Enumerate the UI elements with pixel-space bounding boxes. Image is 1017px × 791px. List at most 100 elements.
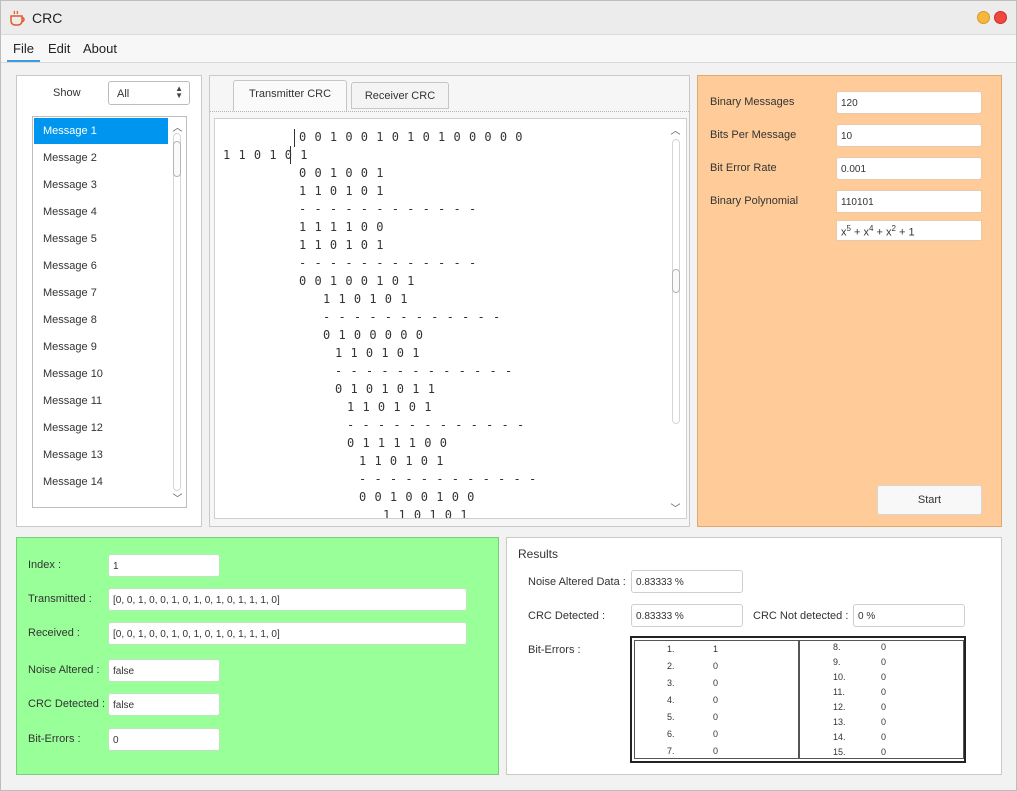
transmitted-field[interactable]: [0, 0, 1, 0, 0, 1, 0, 1, 0, 1, 0, 1, 1, … [108,588,467,611]
list-item[interactable]: Message 7 [34,280,168,306]
crc-not-detected-field[interactable]: 0 % [853,604,965,627]
results-panel: Results Noise Altered Data : 0.83333 % C… [506,537,1002,775]
bit-error-index: 5. [667,712,675,722]
division-line: 0 0 1 0 0 1 0 1 [299,274,415,288]
dividend-bar [294,129,295,147]
binary-messages-input[interactable]: 120 [836,91,982,114]
title-bar: CRC [1,1,1016,35]
menu-file-underline [7,60,40,62]
bit-error-rate-label: Bit Error Rate [710,162,777,174]
bit-error-count: 0 [713,712,719,722]
bits-per-message-label: Bits Per Message [710,129,797,141]
bit-error-index: 1. [667,644,675,654]
division-line: 1 1 0 1 0 1 [299,238,384,252]
noise-altered-label: Noise Altered : [28,664,100,676]
list-item[interactable]: Message 9 [34,334,168,360]
crc-detected-field[interactable]: false [108,693,220,716]
index-field[interactable]: 1 [108,554,220,577]
bit-errors-field[interactable]: 0 [108,728,220,751]
tab-receiver-crc[interactable]: Receiver CRC [351,82,449,109]
division-line: - - - - - - - - - - - - [359,472,537,486]
noise-altered-field[interactable]: false [108,659,220,682]
select-arrows-icon: ▲ ▼ [175,84,183,100]
list-item[interactable]: Message 2 [34,145,168,171]
list-item[interactable]: Message 14 [34,469,168,495]
bit-error-index: 14. [833,732,846,742]
list-item[interactable]: Message 11 [34,388,168,414]
show-select[interactable]: All ▲ ▼ [108,81,190,105]
bit-error-index: 15. [833,747,846,757]
division-line: - - - - - - - - - - - - [299,256,477,270]
tab-transmitter-crc[interactable]: Transmitter CRC [233,80,347,111]
division-line: 0 0 1 0 0 1 0 0 [359,490,475,504]
list-item[interactable]: Message 4 [34,199,168,225]
menu-about[interactable]: About [83,41,117,56]
division-line: 0 1 0 0 0 0 0 [323,328,424,342]
list-item[interactable]: Message 12 [34,415,168,441]
show-label: Show [53,87,81,99]
bit-error-index: 4. [667,695,675,705]
bit-error-index: 6. [667,729,675,739]
scroll-thumb[interactable] [173,141,181,177]
bit-error-index: 9. [833,657,841,667]
menu-edit[interactable]: Edit [48,41,70,56]
message-listbox[interactable]: Message 1 Message 2 Message 3 Message 4 Mess… [32,116,187,508]
show-select-value: All [117,88,130,100]
scroll-track[interactable] [173,133,181,491]
bit-error-count: 1 [713,644,719,654]
bit-error-index: 10. [833,672,846,682]
noise-altered-data-label: Noise Altered Data : [528,576,626,588]
bit-errors-label: Bit-Errors : [28,733,81,745]
app-window: CRC File Edit About Show All ▲ ▼ Message … [0,0,1017,791]
list-item[interactable]: Message 1 [34,118,168,144]
bit-error-count: 0 [881,747,887,757]
chevron-down-icon[interactable]: ﹀ [670,500,681,515]
bit-error-index: 3. [667,678,675,688]
scroll-thumb[interactable] [672,269,680,293]
chevron-down-icon[interactable]: ﹀ [172,490,183,505]
binary-polynomial-input[interactable]: 110101 [836,190,982,213]
chevron-up-icon[interactable]: ︿ [670,122,681,137]
division-scrollbar[interactable]: ︿ ﹀ [666,119,686,518]
minimize-button[interactable] [977,11,990,24]
list-item[interactable]: Message 10 [34,361,168,387]
noise-altered-data-field[interactable]: 0.83333 % [631,570,743,593]
polynomial-expression: x5 + x4 + x2 + 1 [836,220,982,241]
bit-error-index: 11. [833,687,845,697]
received-field[interactable]: [0, 0, 1, 0, 0, 1, 0, 1, 0, 1, 0, 1, 1, … [108,622,467,645]
bit-error-count: 0 [713,695,719,705]
division-line: 0 1 1 1 1 0 0 [347,436,448,450]
list-item[interactable]: Message 6 [34,253,168,279]
bit-error-index: 7. [667,746,675,756]
bit-error-count: 0 [881,702,887,712]
list-item[interactable]: Message 8 [34,307,168,333]
message-list-scrollbar[interactable]: ︿ ﹀ [169,117,186,507]
bit-error-count: 0 [881,717,887,727]
menu-file[interactable]: File [13,41,34,56]
division-line: 1 1 0 1 0 1 [359,454,444,468]
close-button[interactable] [994,11,1007,24]
bit-error-index: 13. [833,717,846,727]
division-line: 0 0 1 0 0 1 [299,166,384,180]
bits-per-message-input[interactable]: 10 [836,124,982,147]
division-line: - - - - - - - - - - - - [299,202,477,216]
crc-not-detected-label: CRC Not detected : [753,610,849,622]
division-line: 1 1 0 1 0 1 [323,292,408,306]
list-item[interactable]: Message 3 [34,172,168,198]
division-line: - - - - - - - - - - - - [335,364,513,378]
bit-error-count: 0 [881,672,887,682]
crc-detected-rate-field[interactable]: 0.83333 % [631,604,743,627]
bit-error-rate-input[interactable]: 0.001 [836,157,982,180]
message-details-panel: Index : 1 Transmitted : [0, 0, 1, 0, 0, … [16,537,499,775]
window-title: CRC [32,10,63,26]
chevron-up-icon[interactable]: ︿ [172,119,183,134]
bit-error-count: 0 [881,687,887,697]
bit-errors-table: 1. 1 2. 0 3. 0 4. 0 5. 0 6. 0 7. 0 8. 0 9. 0 10. 0 11. 0 12. 0 1… [630,636,966,763]
division-line: 0 1 0 1 0 1 1 [335,382,436,396]
received-label: Received : [28,627,80,639]
start-button[interactable]: Start [877,485,982,515]
transmitter-division-area[interactable]: 0 0 1 0 0 1 0 1 0 1 0 0 0 0 0 1 1 0 1 0 … [214,118,687,519]
list-item[interactable]: Message 5 [34,226,168,252]
tab-divider [210,111,689,112]
list-item[interactable]: Message 13 [34,442,168,468]
